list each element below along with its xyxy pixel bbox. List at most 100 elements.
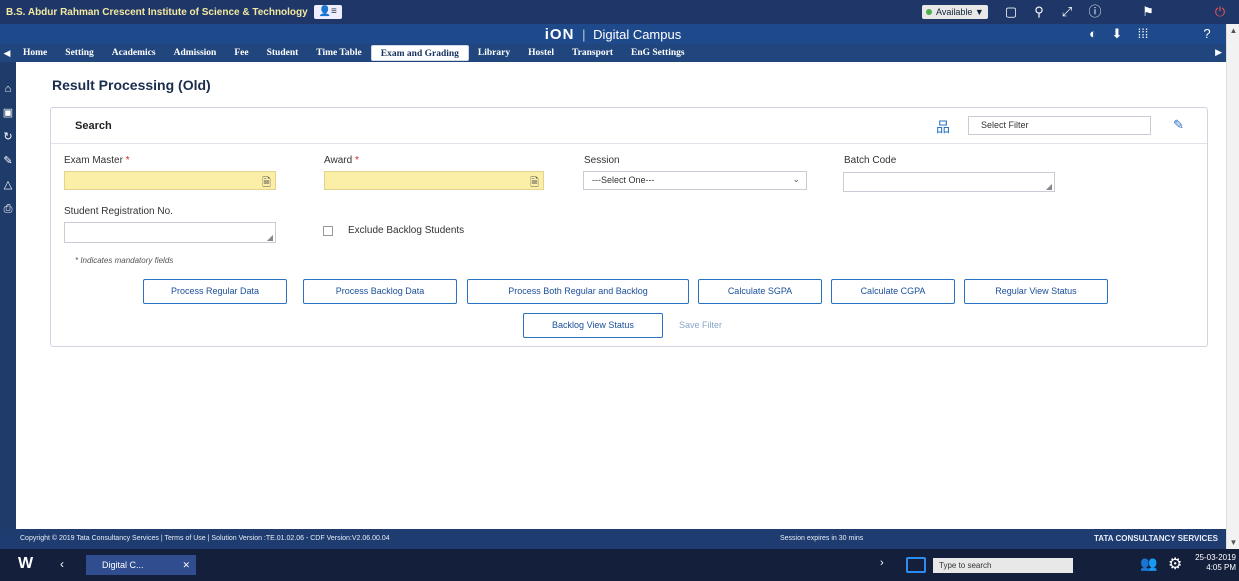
scroll-down-icon[interactable]: ▼ [1227,538,1239,547]
nav-home[interactable]: Home [14,45,56,61]
main-nav: ◀ Home Setting Academics Admission Fee S… [0,44,1226,62]
process-backlog-button[interactable]: Process Backlog Data [303,279,457,304]
search-label: Search [75,120,112,132]
exam-master-label-text: Exam Master [64,155,123,166]
copyright-text: Copyright © 2019 Tata Consultancy Servic… [20,535,390,542]
lookup-icon[interactable]: 🗎 [262,174,271,193]
calculate-cgpa-button[interactable]: Calculate CGPA [831,279,955,304]
edit-icon[interactable]: ✎ [0,154,16,168]
nav-student[interactable]: Student [258,45,308,61]
edit-filter-icon[interactable]: ✎ [1173,117,1184,133]
info-icon[interactable]: ⓘ [1087,4,1103,20]
batch-code-label: Batch Code [844,155,897,166]
start-icon[interactable]: W [18,555,33,573]
save-filter-link[interactable]: Save Filter [679,320,722,330]
taskbar-search-input[interactable]: Type to search [933,558,1073,573]
brand-name: Digital Campus [593,27,682,42]
exam-master-label: Exam Master * [64,155,130,166]
session-selected: ---Select One--- [592,175,655,185]
nav-time-table[interactable]: Time Table [307,45,371,61]
select-filter-dropdown[interactable]: Select Filter [968,116,1151,135]
nav-eng-settings[interactable]: EnG Settings [622,45,694,61]
screen-icon[interactable]: ▢ [1003,4,1019,20]
nav-setting[interactable]: Setting [56,45,103,61]
people-icon[interactable]: 👥 [1140,555,1157,572]
close-icon[interactable]: ✕ [182,555,190,575]
print-icon[interactable]: ⎙ [0,202,16,216]
taskbar-app-button[interactable]: Digital C... ✕ [86,555,196,575]
award-field[interactable]: 🗎 [324,171,544,190]
resize-handle-icon: ◢ [266,233,273,242]
panel-header: Search 品 Select Filter ✎ [51,108,1207,144]
chart-icon[interactable]: △ [0,178,16,192]
required-mark: * [125,155,130,166]
notification-icon[interactable]: ⚑ [1140,4,1156,20]
settings-gear-icon[interactable]: ⚙ [1168,554,1182,574]
institution-name: B.S. Abdur Rahman Crescent Institute of … [6,6,308,18]
os-taskbar: W ‹ Digital C... ✕ › Type to search 👥 ⚙ 2… [0,549,1239,581]
hierarchy-icon[interactable]: 品 [936,117,950,137]
nav-admission[interactable]: Admission [165,45,226,61]
clock-time: 4:05 PM [1206,563,1236,572]
nav-left-arrow-icon[interactable]: ◀ [0,48,14,59]
nav-hostel[interactable]: Hostel [519,45,563,61]
home-icon[interactable]: ⌂ [0,82,16,96]
student-reg-field[interactable]: ◢ [64,222,276,243]
company-name: TATA CONSULTANCY SERVICES [1093,534,1218,543]
brand-logo: iON [544,26,575,43]
help-icon[interactable]: ? [1199,26,1215,42]
brand-separator: | [582,27,586,42]
resize-handle-icon: ◢ [1045,182,1052,191]
process-both-button[interactable]: Process Both Regular and Backlog [467,279,689,304]
page-scrollbar[interactable]: ▲ ▼ [1226,24,1239,549]
nav-fee[interactable]: Fee [225,45,257,61]
status-dropdown[interactable]: Available ▼ [922,5,988,19]
lookup-icon[interactable]: 🗎 [530,174,539,193]
award-label-text: Award [324,155,353,166]
side-toolbar: ⌂ ▣ ↻ ✎ △ ⎙ [0,62,16,529]
footer: Copyright © 2019 Tata Consultancy Servic… [0,529,1226,549]
nav-exam-and-grading[interactable]: Exam and Grading [370,45,469,61]
clock-date: 25-03-2019 [1195,553,1236,562]
search-icon[interactable]: ⚲ [1031,4,1047,20]
exclude-backlog-label: Exclude Backlog Students [348,225,465,236]
process-regular-button[interactable]: Process Regular Data [143,279,287,304]
session-label: Session [584,155,620,166]
nav-academics[interactable]: Academics [103,45,165,61]
exam-master-field[interactable]: 🗎 [64,171,276,190]
award-label: Award * [324,155,359,166]
taskbar-app-label: Digital C... [102,560,144,570]
chevron-down-icon: ⌄ [792,174,800,184]
student-reg-label: Student Registration No. [64,206,173,217]
session-timer: Session expires in 30 mins [780,535,864,542]
refresh-icon[interactable]: ↻ [0,130,16,144]
nav-library[interactable]: Library [469,45,519,61]
mandatory-note: * Indicates mandatory fields [75,256,174,265]
exclude-backlog-checkbox[interactable] [323,226,333,236]
user-menu-icon[interactable]: 👤≡ [313,5,342,19]
brand: iON | Digital Campus [0,26,1226,43]
download-icon[interactable]: ⬇ [1109,26,1125,42]
task-view-icon[interactable] [906,557,926,573]
batch-code-field[interactable]: ◢ [843,172,1055,192]
scroll-up-icon[interactable]: ▲ [1227,26,1239,35]
theme-icon[interactable]: ◐ [1085,26,1101,42]
nav-transport[interactable]: Transport [563,45,622,61]
save-icon[interactable]: ▣ [0,106,16,120]
backlog-view-status-button[interactable]: Backlog View Status [523,313,663,338]
required-mark: * [354,155,359,166]
apps-grid-icon[interactable]: ⁞⁞⁞ [1135,26,1151,42]
nav-right-arrow-icon[interactable]: ▶ [1215,47,1222,58]
title-bar: iON | Digital Campus ◐ ⬇ ⁞⁞⁞ ? [0,24,1226,44]
top-bar: B.S. Abdur Rahman Crescent Institute of … [0,0,1239,24]
expand-icon[interactable]: ⤢ [1059,4,1075,20]
page-title: Result Processing (Old) [52,77,211,93]
clock: 25-03-2019 4:05 PM [1192,553,1236,573]
status-dot-icon [926,9,932,15]
chevron-right-icon[interactable]: › [880,557,884,569]
back-icon[interactable]: ‹ [60,557,64,571]
session-select[interactable]: ---Select One--- ⌄ [583,171,807,190]
regular-view-status-button[interactable]: Regular View Status [964,279,1108,304]
power-icon[interactable]: ⏻ [1212,4,1228,20]
calculate-sgpa-button[interactable]: Calculate SGPA [698,279,822,304]
